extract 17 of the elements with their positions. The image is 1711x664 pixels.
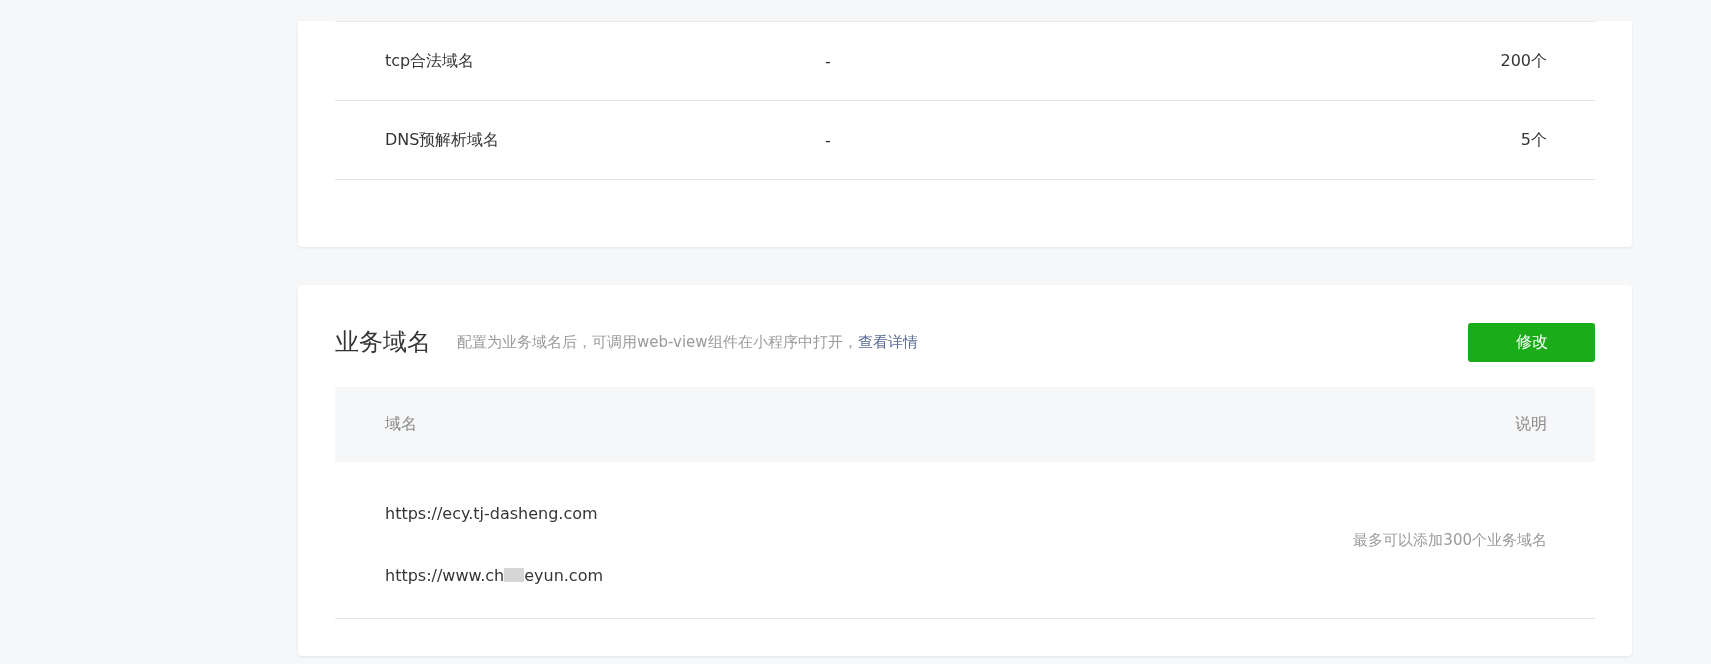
table-cell-text: tcp合法域名 (385, 50, 476, 72)
domain-text: https://ecy.tj-dasheng.com (385, 503, 598, 523)
table-cell: 最多可以添加300个业务域名 (1353, 530, 1547, 550)
domain-text: https://www.ch (385, 565, 505, 585)
edit-button[interactable]: 修改 (1468, 322, 1595, 362)
table-cell-text: - (825, 51, 832, 71)
details-link[interactable]: 查看详情 (857, 332, 918, 351)
section-description: 配置为业务域名后，可调用web-view组件在小程序中打开，查看详情 (457, 332, 919, 352)
domain-text: eyun.com (524, 565, 604, 585)
section-title: 业务域名 (335, 327, 431, 358)
table-cell-text: - (825, 130, 832, 150)
column-header: 域名 (385, 414, 417, 435)
redaction-mark (504, 568, 525, 582)
table-cell: 200个 (1500, 50, 1547, 72)
table-cell-text: DNS预解析域名 (385, 129, 501, 151)
column-header: 说明 (1515, 414, 1547, 435)
table-cell: 5个 (1520, 129, 1547, 151)
